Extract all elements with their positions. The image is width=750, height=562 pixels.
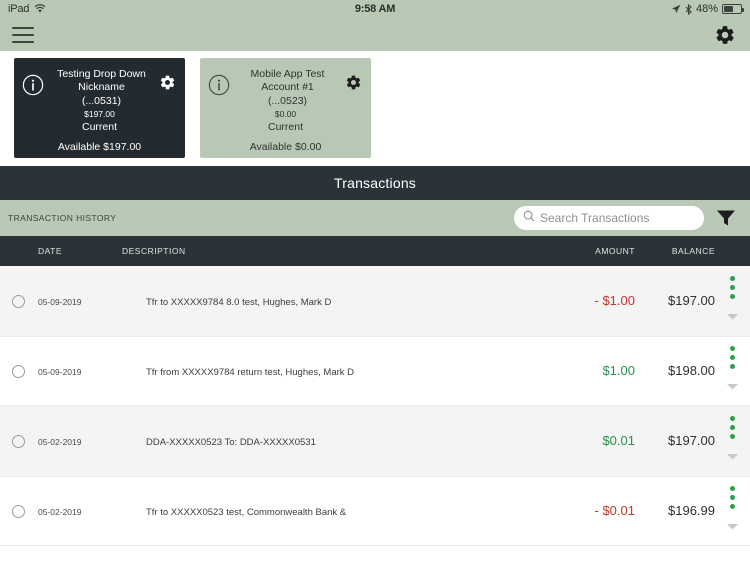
account-card-balance-block: $197.00 Current — [22, 109, 177, 134]
row-select-radio[interactable] — [12, 504, 25, 518]
account-card-balance-block: $0.00 Current — [208, 109, 363, 134]
transaction-history-bar: TRANSACTION HISTORY — [0, 200, 750, 236]
table-row[interactable]: 05-09-2019 Tfr to XXXXX9784 8.0 test, Hu… — [0, 266, 750, 336]
hamburger-menu-icon[interactable] — [12, 26, 34, 43]
account-status: Current — [267, 121, 303, 133]
status-bar-right: 48% — [671, 3, 744, 15]
chevron-down-icon[interactable] — [727, 517, 738, 535]
column-header-amount: AMOUNT — [595, 246, 635, 256]
row-description-cell: Tfr from XXXXX9784 return test, Hughes, … — [98, 362, 540, 380]
bluetooth-icon — [685, 3, 692, 15]
vertical-dots-menu-icon[interactable] — [715, 345, 750, 397]
filter-funnel-icon[interactable] — [712, 205, 740, 231]
row-date-cell: 05-09-2019 — [38, 362, 98, 380]
row-amount-cell: - $1.00 — [540, 292, 635, 310]
chevron-down-icon[interactable] — [727, 377, 738, 395]
transaction-description: Tfr to XXXXX9784 8.0 test, Hughes, Mark … — [146, 297, 332, 308]
row-select-radio[interactable] — [12, 364, 25, 378]
row-description-cell: Tfr to XXXXX0523 test, Commonwealth Bank… — [98, 502, 540, 520]
info-circle-icon[interactable] — [208, 74, 230, 96]
table-row[interactable]: 05-02-2019 DDA-XXXXX0523 To: DDA-XXXXX05… — [0, 406, 750, 476]
chevron-down-icon[interactable] — [727, 307, 738, 325]
column-header-description: DESCRIPTION — [122, 246, 186, 256]
app-screen: iPad 9:58 AM 48% Testing Drop Down Nickn… — [0, 0, 750, 562]
row-balance-cell: $197.00 — [635, 292, 715, 310]
account-available: Available $197.00 — [57, 141, 142, 153]
account-available: Available $0.00 — [249, 141, 322, 153]
ios-status-bar: iPad 9:58 AM 48% — [0, 0, 750, 18]
row-select-cell — [0, 294, 38, 308]
transaction-description: DDA-XXXXX0523 To: DDA-XXXXX0531 — [146, 437, 316, 448]
column-header-date: DATE — [38, 246, 63, 256]
gear-icon[interactable] — [712, 22, 738, 48]
account-balance: $197.00 — [84, 109, 115, 119]
info-circle-icon[interactable] — [22, 74, 44, 96]
page-title: Transactions — [0, 166, 750, 200]
account-cards-strip: Testing Drop Down Nickname (...0531) $19… — [0, 51, 750, 166]
transaction-date: 05-02-2019 — [38, 507, 82, 517]
row-balance-cell: $197.00 — [635, 432, 715, 450]
vertical-dots-menu-icon[interactable] — [715, 275, 750, 327]
chevron-down-icon[interactable] — [727, 447, 738, 465]
transaction-description: Tfr from XXXXX9784 return test, Hughes, … — [146, 367, 355, 378]
account-card-header: Mobile App Test Account #1 (...0523) — [208, 64, 363, 108]
vertical-dots-menu-icon[interactable] — [715, 415, 750, 467]
battery-icon — [722, 4, 744, 14]
search-box[interactable] — [514, 206, 704, 230]
account-card-header: Testing Drop Down Nickname (...0531) — [22, 64, 177, 108]
row-select-cell — [0, 434, 38, 448]
search-input[interactable] — [540, 211, 695, 225]
vertical-dots-menu-icon[interactable] — [715, 485, 750, 537]
transaction-date: 05-09-2019 — [38, 297, 82, 307]
transaction-date: 05-09-2019 — [38, 367, 82, 377]
transaction-amount: - $0.01 — [594, 503, 635, 518]
status-bar-time: 9:58 AM — [354, 3, 396, 15]
row-select-radio[interactable] — [12, 434, 25, 448]
row-select-cell — [0, 364, 38, 378]
account-name: Mobile App Test Account #1 — [250, 68, 325, 93]
transaction-balance: $197.00 — [668, 293, 715, 308]
table-row[interactable]: 05-09-2019 Tfr from XXXXX9784 return tes… — [0, 336, 750, 406]
row-description-cell: DDA-XXXXX0523 To: DDA-XXXXX0531 — [98, 432, 540, 450]
battery-percent-label: 48% — [695, 3, 718, 15]
table-header: DATE DESCRIPTION AMOUNT BALANCE — [0, 236, 750, 266]
transaction-balance: $197.00 — [668, 433, 715, 448]
gear-icon[interactable] — [159, 74, 177, 92]
account-card-titles: Testing Drop Down Nickname (...0531) — [48, 64, 155, 108]
account-number: (...0523) — [267, 95, 308, 107]
search-icon — [523, 209, 535, 227]
account-card[interactable]: Testing Drop Down Nickname (...0531) $19… — [14, 58, 185, 158]
gear-icon[interactable] — [345, 74, 363, 92]
transaction-description: Tfr to XXXXX0523 test, Commonwealth Bank… — [146, 507, 347, 518]
row-balance-cell: $196.99 — [635, 502, 715, 520]
row-select-radio[interactable] — [12, 294, 25, 308]
transaction-history-label: TRANSACTION HISTORY — [8, 213, 117, 223]
table-row[interactable]: 05-02-2019 Tfr to XXXXX0523 test, Common… — [0, 476, 750, 546]
row-date-cell: 05-02-2019 — [38, 432, 98, 450]
location-arrow-icon — [671, 4, 681, 14]
account-name: Testing Drop Down Nickname — [57, 68, 146, 93]
account-number: (...0531) — [81, 95, 122, 107]
account-status: Current — [81, 121, 117, 133]
transaction-date: 05-02-2019 — [38, 437, 82, 447]
row-balance-cell: $198.00 — [635, 362, 715, 380]
row-select-cell — [0, 504, 38, 518]
account-card-titles: Mobile App Test Account #1 (...0523) — [234, 64, 341, 108]
transaction-amount: - $1.00 — [594, 293, 635, 308]
transaction-list: 05-09-2019 Tfr to XXXXX9784 8.0 test, Hu… — [0, 266, 750, 546]
account-card[interactable]: Mobile App Test Account #1 (...0523) $0.… — [200, 58, 371, 158]
row-amount-cell: - $0.01 — [540, 502, 635, 520]
app-bar — [0, 18, 750, 51]
row-amount-cell: $1.00 — [540, 362, 635, 380]
transaction-amount: $1.00 — [602, 363, 635, 378]
row-date-cell: 05-02-2019 — [38, 502, 98, 520]
account-balance: $0.00 — [274, 109, 297, 119]
row-amount-cell: $0.01 — [540, 432, 635, 450]
transaction-amount: $0.01 — [602, 433, 635, 448]
column-header-balance: BALANCE — [671, 246, 715, 256]
transaction-balance: $196.99 — [668, 503, 715, 518]
row-date-cell: 05-09-2019 — [38, 292, 98, 310]
row-description-cell: Tfr to XXXXX9784 8.0 test, Hughes, Mark … — [98, 292, 540, 310]
transaction-balance: $198.00 — [668, 363, 715, 378]
